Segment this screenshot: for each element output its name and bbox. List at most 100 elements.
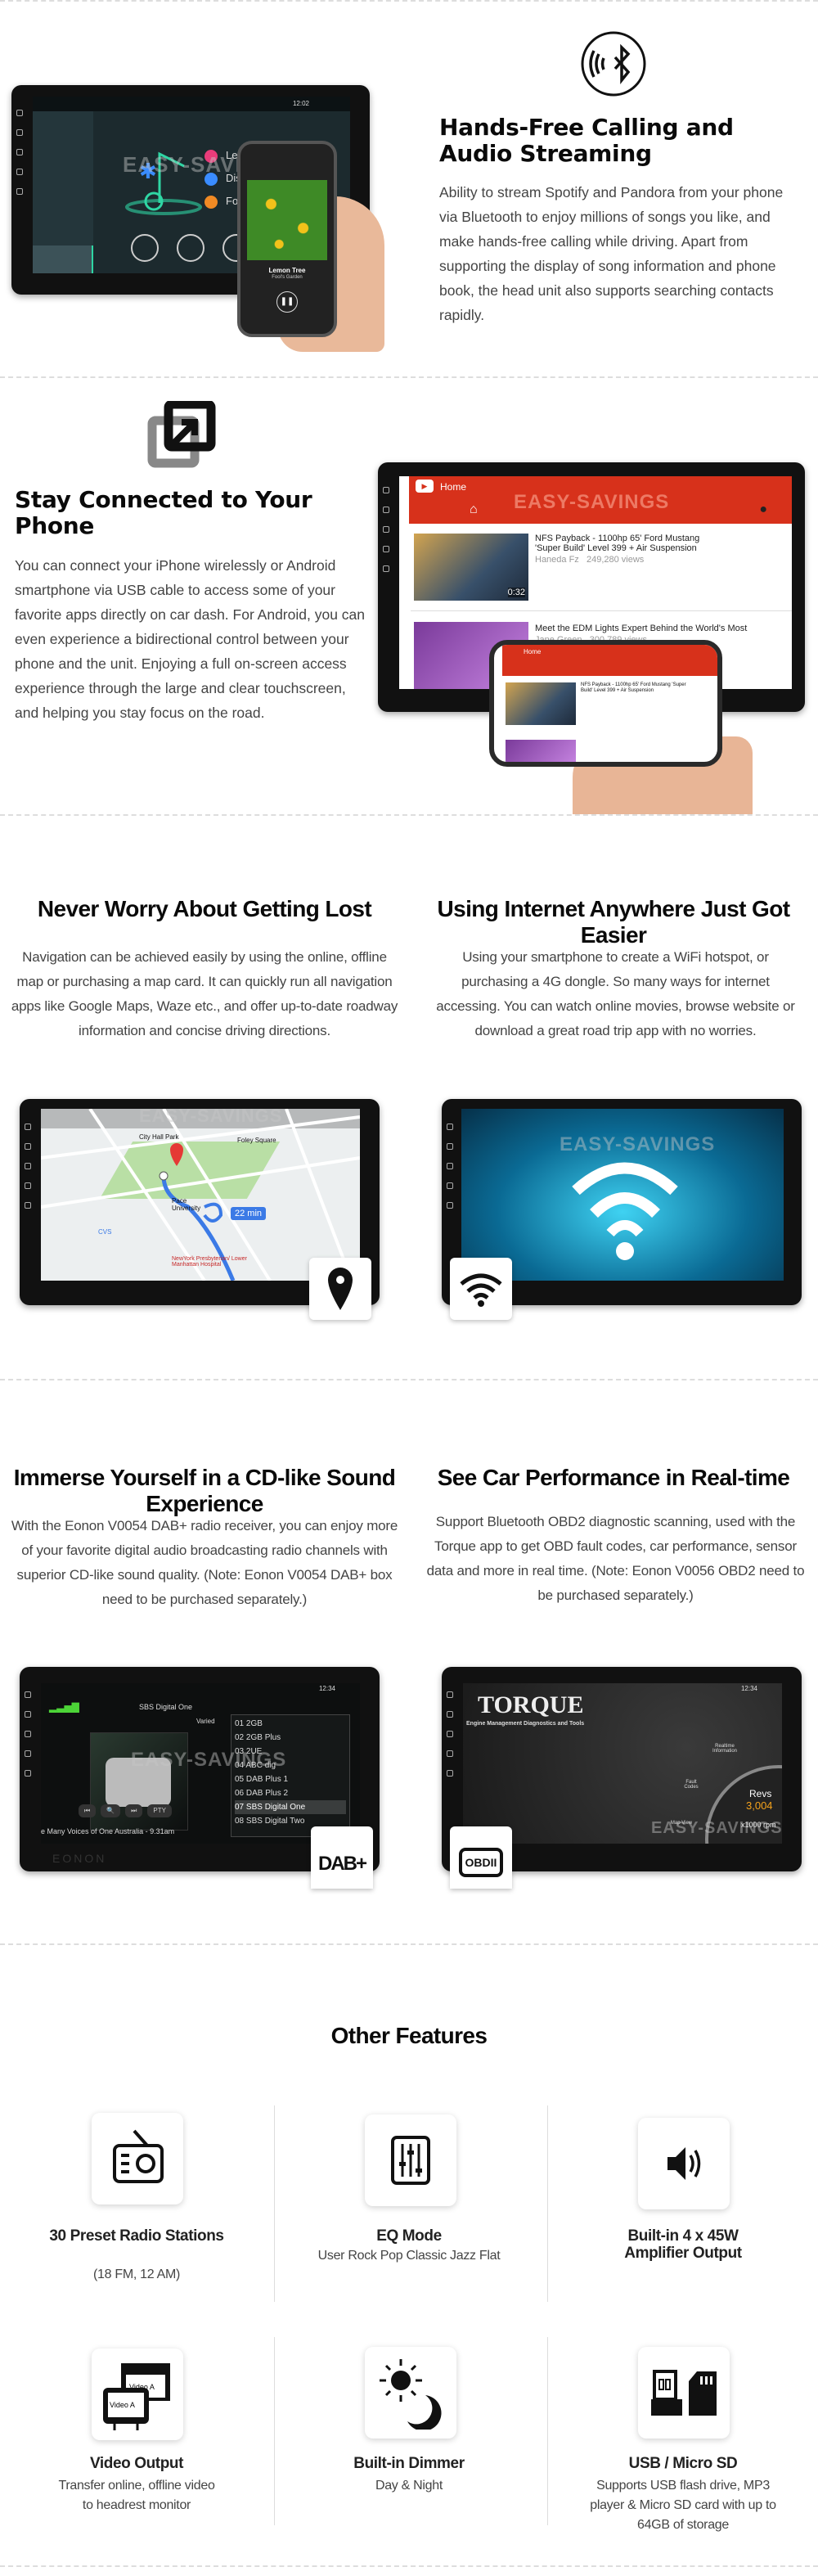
equalizer-icon (391, 2136, 430, 2185)
status-bar-time: 12:02 (33, 97, 350, 111)
divider (0, 1943, 818, 1945)
signal-icon: ▂▃▅▇ (49, 1701, 79, 1713)
other-features-title: Other Features (330, 2023, 488, 2048)
bt-sidebar (33, 111, 93, 273)
previous-button[interactable] (177, 234, 204, 262)
search-button[interactable]: 🔍 (101, 1804, 121, 1817)
current-station: SBS Digital One (139, 1703, 193, 1711)
feature-subtitle: Supports USB flash drive, MP3 player & M… (590, 2479, 776, 2532)
status-bar-time: 12:34 (740, 1685, 757, 1692)
divider (274, 2337, 275, 2525)
stay-connected-body: You can connect your iPhone wirelessly o… (15, 557, 366, 721)
map-view[interactable]: 22 min City Hall Park Foley Square Pace … (41, 1109, 360, 1281)
video-title[interactable]: Meet the EDM Lights Expert Behind the Wo… (535, 624, 748, 633)
youtube-logo-icon: ▶ (416, 480, 434, 493)
station-item-selected[interactable]: 07 SBS Digital One (235, 1800, 346, 1814)
pty-button[interactable]: PTY (147, 1804, 172, 1817)
dab-controls: ⏮ 🔍 ⏭ PTY (79, 1804, 172, 1817)
eta-label: 22 min (231, 1207, 267, 1220)
engine-obd-icon: OBDII (458, 1848, 504, 1877)
wifi-screen: EASY-SAVINGS (461, 1109, 784, 1281)
playback-controls (131, 234, 250, 262)
phone-song-artist: Fool's Garden (272, 275, 303, 280)
video-thumbnail[interactable]: 0:32 (414, 534, 528, 601)
dab-title: Immerse Yourself in a CD-like Sound Expe… (13, 1465, 396, 1516)
feature-icon-box (638, 2118, 730, 2209)
video-a-label: Video A (110, 2401, 135, 2409)
stereo-side-buttons (25, 1691, 36, 1777)
phone-header-title: Home (524, 648, 542, 655)
phone-video-title: NFS Payback - 1100hp 65' Ford Mustang 'S… (581, 682, 686, 693)
torque-menu-item[interactable]: Fault Codes (679, 1780, 703, 1790)
video-views: 249,280 views (586, 555, 645, 565)
gauge-value: 3,004 (746, 1799, 773, 1812)
hands-free-body: Ability to stream Spotify and Pandora fr… (439, 184, 784, 323)
map-pin-badge (309, 1258, 371, 1320)
feature-subtitle: Day & Night (375, 2479, 443, 2493)
phone-image: Lemon Tree Fool's Garden ❚❚ (237, 141, 337, 337)
stereo-side-buttons (447, 1691, 458, 1777)
watermark: EASY-SAVINGS (514, 491, 670, 513)
station-item[interactable]: 05 DAB Plus 1 (235, 1772, 346, 1786)
volume-button[interactable] (131, 234, 159, 262)
stereo-side-buttons (16, 110, 28, 195)
torque-menu-item[interactable]: Realtime Information (708, 1744, 741, 1754)
internet-body: Using your smartphone to create a WiFi h… (436, 949, 795, 1038)
map-pin-icon (328, 1268, 353, 1310)
status-bar-time: 12:34 (318, 1685, 335, 1692)
internet-title: Using Internet Anywhere Just Got Easier (437, 896, 791, 948)
obd-title: See Car Performance in Real-time (437, 1465, 790, 1490)
watermark: EASY-SAVINGS (560, 1133, 716, 1155)
wifi-icon (460, 1273, 502, 1307)
feature-title: Video Output (89, 2455, 184, 2472)
map-label: CVS (98, 1228, 112, 1236)
phone-song-title: Lemon Tree (268, 267, 306, 274)
video-title[interactable]: NFS Payback - 1100hp 65' Ford Mustang 'S… (535, 534, 715, 553)
feature-icon-box (365, 2347, 456, 2439)
feature-title: EQ Mode (376, 2227, 442, 2245)
video-duration: 0:32 (507, 588, 525, 597)
obd-body: Support Bluetooth OBD2 diagnostic scanni… (426, 1514, 805, 1603)
phone-pause-button[interactable]: ❚❚ (276, 291, 298, 313)
feature-title: USB / Micro SD (628, 2455, 738, 2472)
gauge-label: Revs (749, 1788, 772, 1799)
radio-icon (113, 2129, 164, 2183)
map-label: Pace University (172, 1197, 201, 1212)
station-item[interactable]: 01 2GB (235, 1717, 346, 1731)
divider (274, 2105, 275, 2302)
stay-connected-title: Stay Connected to Your Phone (15, 486, 312, 539)
station-item[interactable]: 06 DAB Plus 2 (235, 1786, 346, 1800)
station-item[interactable]: 02 2GB Plus (235, 1731, 346, 1745)
dab-ticker: e Many Voices of One Australia - 9.31am (41, 1827, 175, 1835)
video-channel: Haneda Fz (535, 555, 579, 565)
album-art (247, 180, 327, 260)
home-tab-icon[interactable]: ⌂ (470, 502, 478, 517)
obd-badge: OBDII (450, 1826, 512, 1889)
divider (0, 0, 818, 2)
feature-subtitle: (18 FM, 12 AM) (92, 2268, 181, 2281)
torque-subtitle: Engine Management Diagnostics and Tools (466, 1721, 585, 1727)
next-station-button[interactable]: ⏭ (125, 1804, 143, 1817)
hands-free-title: Hands-Free Calling and Audio Streaming (439, 114, 734, 167)
wifi-badge (450, 1258, 512, 1320)
station-list: 01 2GB 02 2GB Plus 03 2UE 04 ABC dig 05 … (231, 1714, 350, 1837)
watermark: EASY-SAVINGS (139, 1109, 283, 1126)
youtube-header-title: Home (440, 481, 467, 493)
speaker-icon (667, 2147, 701, 2180)
account-tab-icon[interactable]: ● (759, 502, 767, 517)
divider (0, 814, 818, 816)
watermark: EASY-SAVINGS (131, 1749, 287, 1771)
stereo-side-buttons (383, 487, 394, 572)
prev-station-button[interactable]: ⏮ (79, 1804, 97, 1817)
feature-icon-box: Video A Video A (92, 2349, 183, 2440)
divider (0, 376, 818, 378)
feature-title: Built-in Dimmer (353, 2455, 465, 2472)
divider (547, 2105, 548, 2302)
day-night-icon (380, 2359, 442, 2430)
dab-body: With the Eonon V0054 DAB+ radio receiver… (11, 1518, 398, 1607)
torque-screen: 12:34 TORQUE Engine Management Diagnosti… (463, 1683, 782, 1844)
navigation-body: Navigation can be achieved easily by usi… (11, 949, 398, 1038)
dab-plus-icon: DAB+ (317, 1853, 367, 1875)
map-label: City Hall Park (139, 1133, 179, 1141)
dab-badge: DAB+ (311, 1826, 373, 1889)
